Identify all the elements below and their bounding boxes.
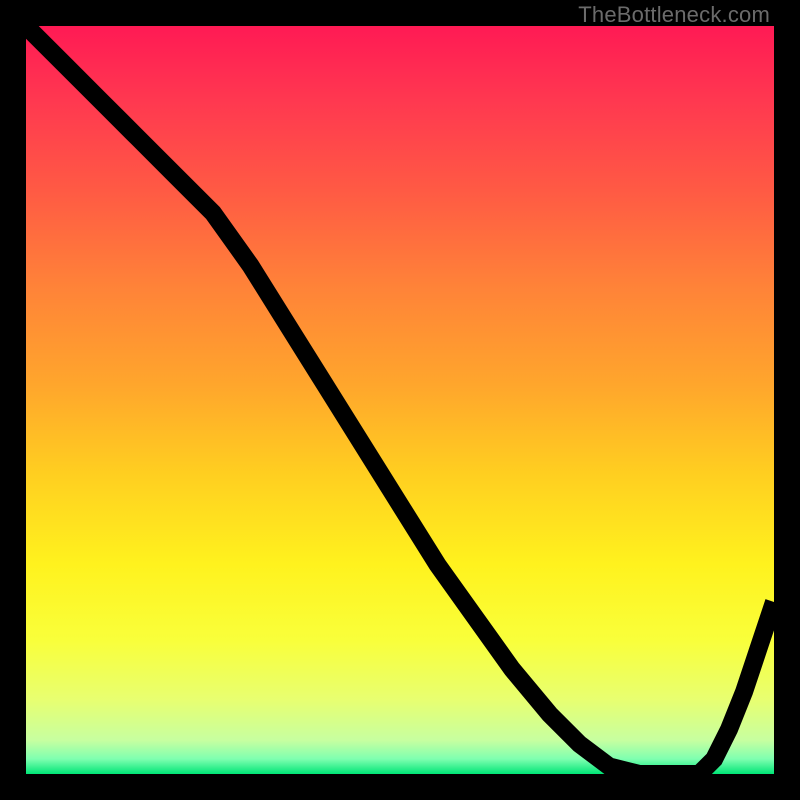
- watermark-text: TheBottleneck.com: [578, 2, 770, 28]
- chart-frame: TheBottleneck.com: [0, 0, 800, 800]
- bottleneck-chart: [26, 26, 774, 774]
